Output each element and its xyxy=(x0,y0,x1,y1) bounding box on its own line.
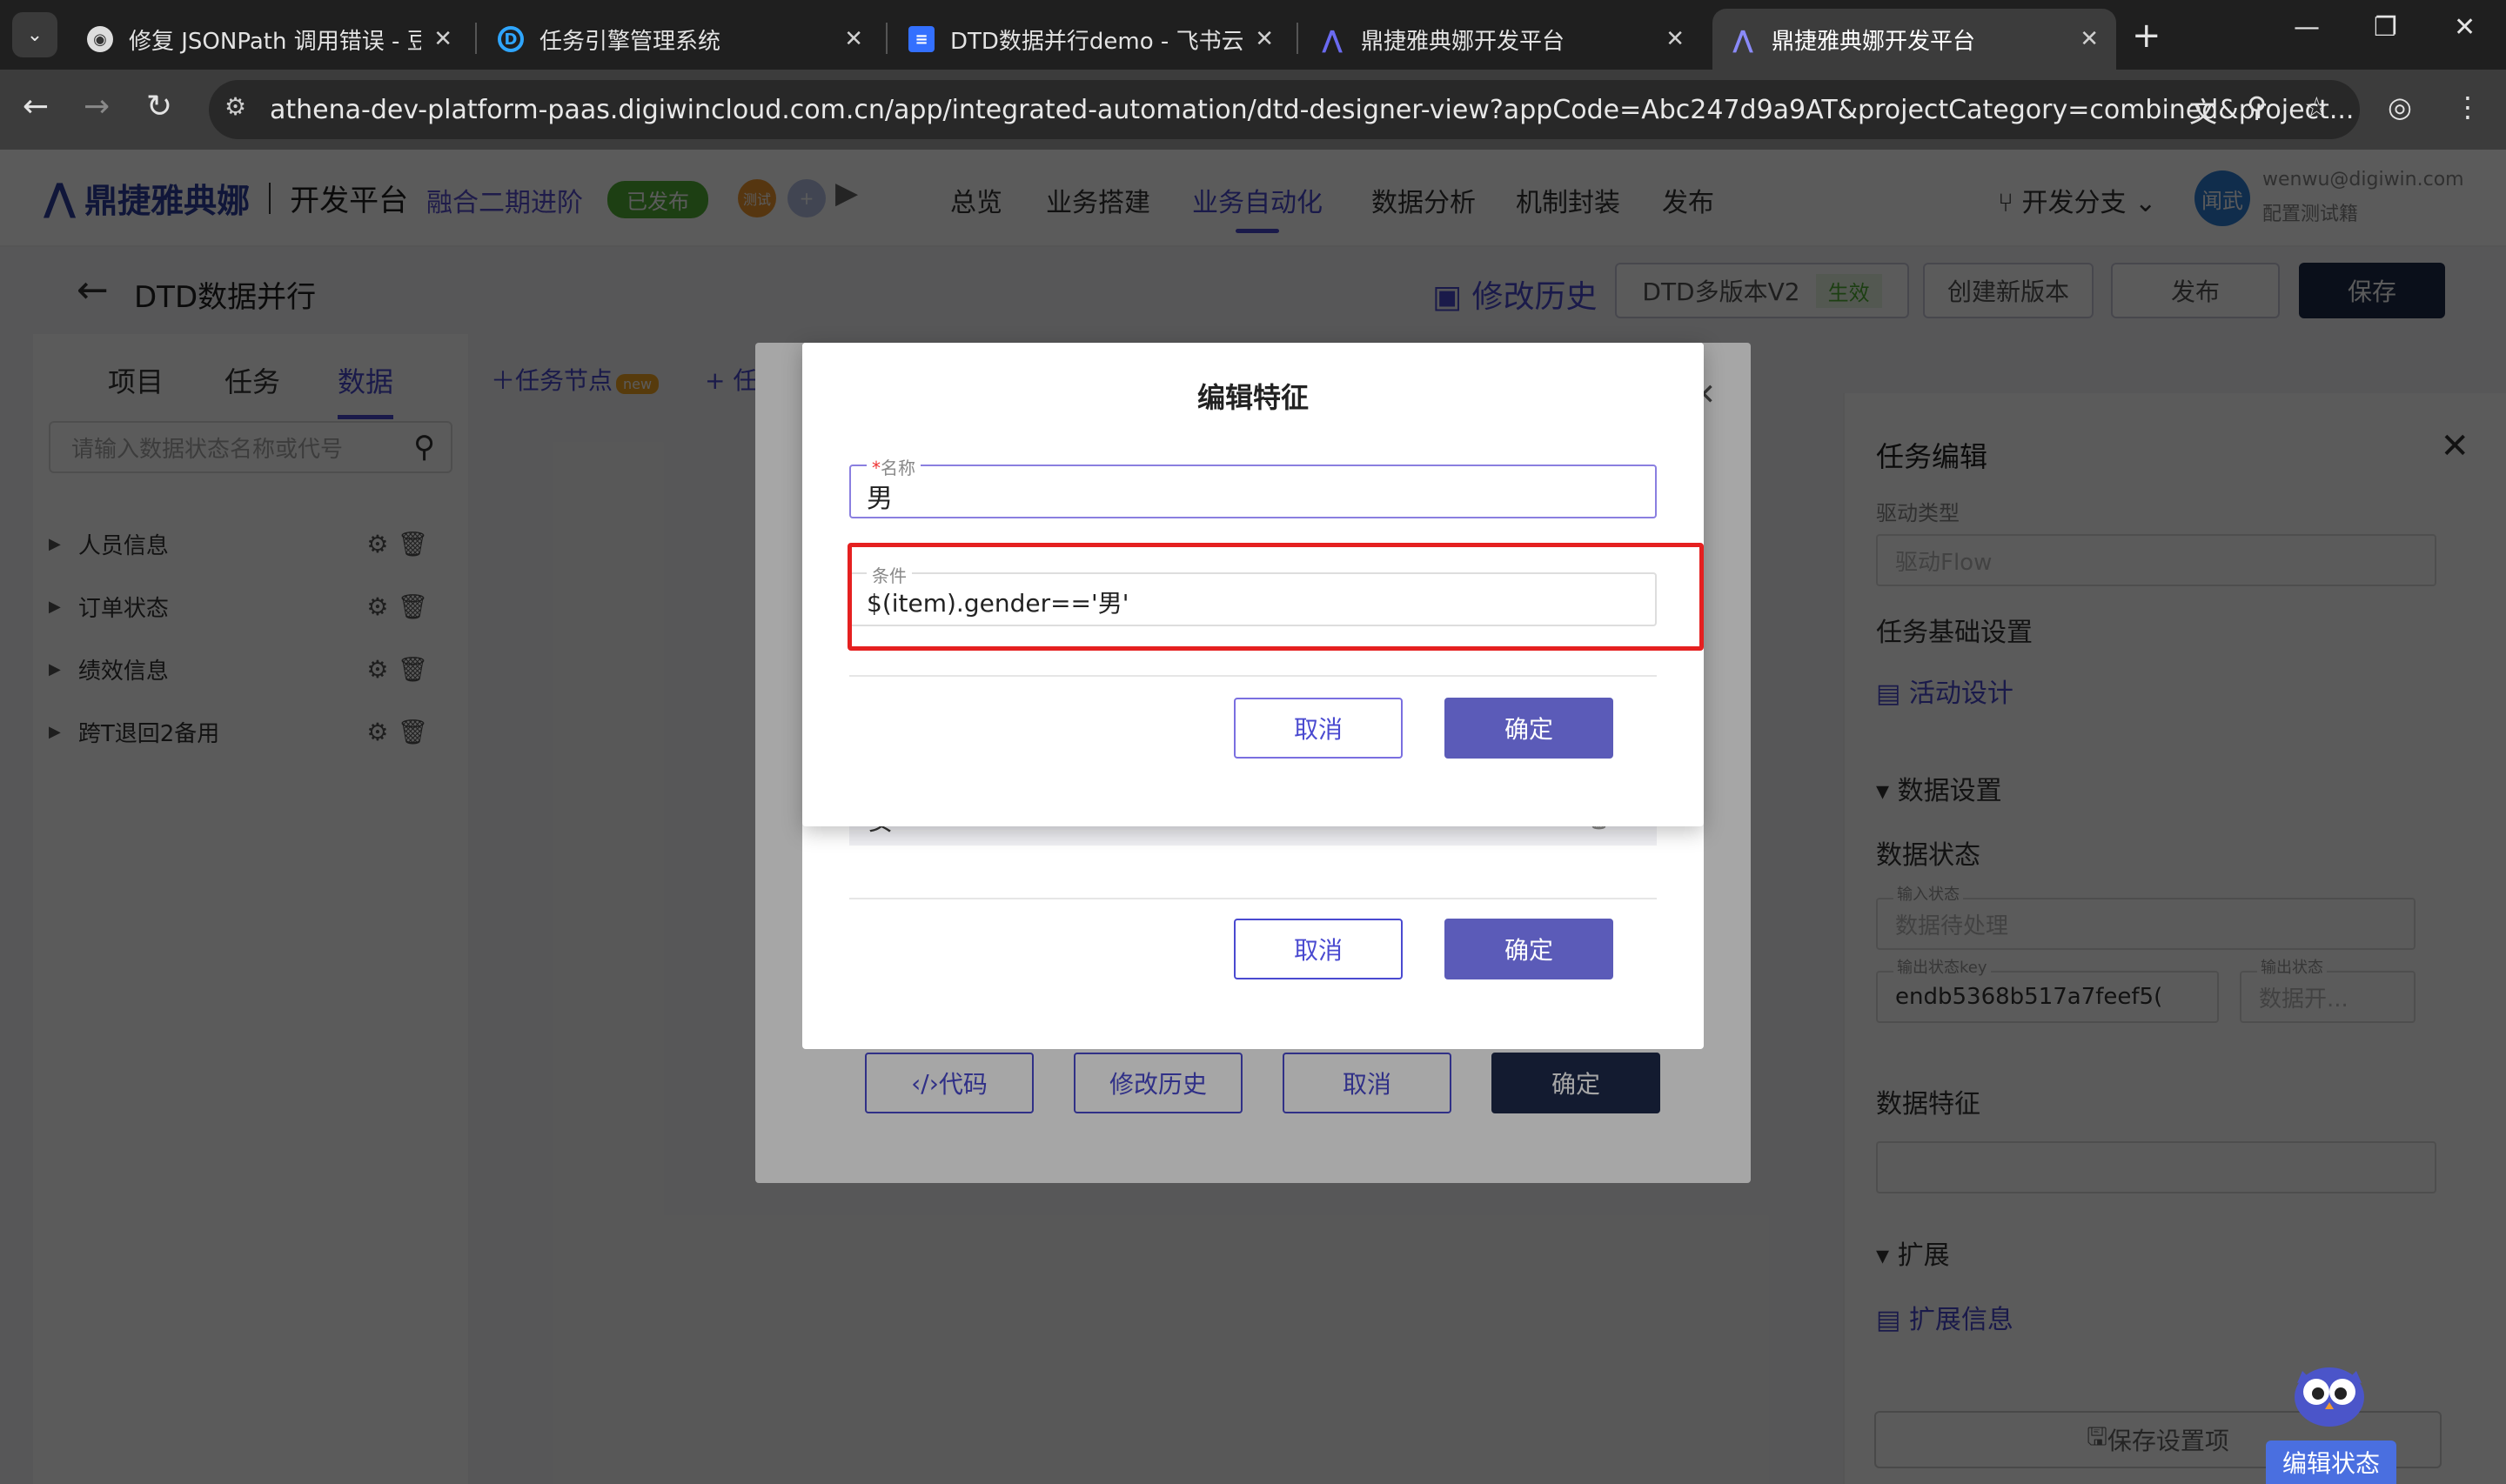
close-tab-icon[interactable]: ✕ xyxy=(1665,26,1685,52)
profile-icon[interactable]: ◎ xyxy=(2388,90,2412,124)
minimize-icon[interactable]: — xyxy=(2294,12,2320,43)
doubao-favicon-icon: ◉ xyxy=(87,26,113,52)
name-value: 男 xyxy=(867,484,893,514)
translate-icon[interactable]: ⽂ xyxy=(2189,90,2217,130)
athena-favicon-icon: ⋀ xyxy=(1732,24,1753,54)
athena-favicon-icon: ⋀ xyxy=(1322,24,1343,54)
tab-separator xyxy=(475,23,477,54)
close-tab-icon[interactable]: ✕ xyxy=(433,26,452,52)
cancel-button[interactable]: 取消 xyxy=(1234,919,1403,979)
divider xyxy=(849,675,1657,677)
site-info-icon[interactable]: ⚙ xyxy=(224,92,246,121)
document-favicon-icon: ≡ xyxy=(908,26,935,52)
confirm-button[interactable]: 确定 xyxy=(1444,698,1613,759)
tab-list-button[interactable]: ⌄ xyxy=(12,12,57,57)
edit-state-label[interactable]: 编辑状态 xyxy=(2266,1441,2396,1484)
divider xyxy=(849,898,1657,899)
browser-tab-feishu-doc[interactable]: ≡ DTD数据并行demo - 飞书云文档 ✕ xyxy=(891,9,1291,70)
zoom-icon[interactable]: ⚲ xyxy=(2247,90,2267,124)
annotation-highlight-box xyxy=(848,543,1704,651)
cancel-button[interactable]: 取消 xyxy=(1234,698,1403,759)
forward-icon[interactable]: → xyxy=(84,89,110,124)
browser-toolbar: ← → ↻ ⚙ athena-dev-platform-paas.digiwin… xyxy=(0,70,2506,150)
dialog-title: 编辑特征 xyxy=(1196,381,1309,414)
tab-separator xyxy=(886,23,888,54)
bookmark-star-icon[interactable]: ☆ xyxy=(2304,90,2329,124)
close-tab-icon[interactable]: ✕ xyxy=(1255,26,1274,52)
browser-tab-bar: ⌄ ◉ 修复 JSONPath 调用错误 - 豆包 ✕ D 任务引擎管理系统 ✕… xyxy=(0,0,2506,70)
restore-icon[interactable]: ❐ xyxy=(2374,12,2397,43)
browser-tab-task-engine[interactable]: D 任务引擎管理系统 ✕ xyxy=(480,9,881,70)
reload-icon[interactable]: ↻ xyxy=(146,89,172,124)
address-bar[interactable]: ⚙ athena-dev-platform-paas.digiwincloud.… xyxy=(209,80,2360,139)
url-text: athena-dev-platform-paas.digiwincloud.co… xyxy=(270,94,2355,125)
new-tab-icon[interactable]: + xyxy=(2132,16,2161,56)
owl-assistant-icon[interactable] xyxy=(2290,1359,2369,1428)
browser-tab-doubao[interactable]: ◉ 修复 JSONPath 调用错误 - 豆包 ✕ xyxy=(70,9,470,70)
task-engine-favicon-icon: D xyxy=(498,26,524,52)
tab-separator xyxy=(1297,23,1298,54)
browser-tab-athena-1[interactable]: ⋀ 鼎捷雅典娜开发平台 ✕ xyxy=(1302,9,1702,70)
close-tab-icon[interactable]: ✕ xyxy=(844,26,863,52)
close-tab-icon[interactable]: ✕ xyxy=(2080,26,2099,52)
confirm-button[interactable]: 确定 xyxy=(1444,919,1613,979)
close-window-icon[interactable]: ✕ xyxy=(2454,12,2476,43)
browser-tab-athena-active[interactable]: ⋀ 鼎捷雅典娜开发平台 ✕ xyxy=(1712,9,2116,70)
back-icon[interactable]: ← xyxy=(23,89,49,124)
browser-menu-icon[interactable]: ⋮ xyxy=(2454,90,2482,124)
name-field[interactable]: *名称 男 xyxy=(849,454,1657,518)
